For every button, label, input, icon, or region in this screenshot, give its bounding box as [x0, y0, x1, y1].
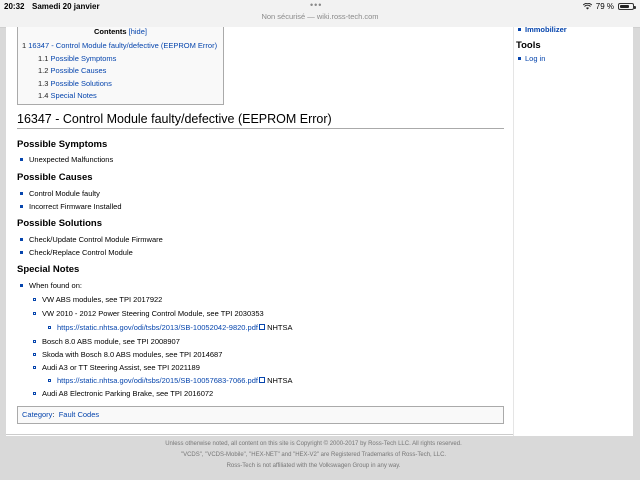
heading-special-notes: Special Notes: [17, 264, 80, 275]
external-link-icon: [258, 324, 265, 331]
list-item: https://static.nhtsa.gov/odi/tsbs/2015/S…: [48, 376, 293, 386]
external-link[interactable]: https://static.nhtsa.gov/odi/tsbs/2013/S…: [57, 323, 258, 332]
heading-causes: Possible Causes: [17, 172, 93, 183]
tab-dots-icon[interactable]: •••: [310, 0, 322, 10]
page-title: 16347 - Control Module faulty/defective …: [17, 111, 504, 129]
category-label-link[interactable]: Category: [22, 410, 52, 419]
toc-hide-link[interactable]: [hide]: [129, 27, 147, 36]
external-link[interactable]: https://static.nhtsa.gov/odi/tsbs/2015/S…: [57, 376, 258, 385]
toc-link[interactable]: Special Notes: [51, 91, 97, 100]
toc-number: 1: [22, 41, 27, 50]
list-item: Incorrect Firmware Installed: [20, 202, 122, 212]
status-time: 20:32: [4, 2, 25, 11]
list-item: When found on:: [20, 281, 82, 291]
sidebar-item-login[interactable]: Log in: [518, 54, 545, 63]
sidebar-divider: [513, 27, 514, 436]
heading-solutions: Possible Solutions: [17, 218, 102, 229]
toc-title-text: Contents: [94, 27, 127, 36]
footer-affiliation: Ross-Tech is not affiliated with the Vol…: [226, 463, 401, 469]
external-link-icon: [258, 377, 265, 384]
category-box: Category: Fault Codes: [17, 406, 504, 424]
list-item: https://static.nhtsa.gov/odi/tsbs/2013/S…: [48, 323, 293, 333]
list-item: Audi A3 or TT Steering Assist, see TPI 2…: [33, 363, 200, 373]
toc-number: 1.4: [38, 91, 49, 100]
battery-percent: 79 %: [595, 2, 614, 11]
status-date: Samedi 20 janvier: [32, 2, 100, 11]
sidebar-item-immobilizer[interactable]: Immobilizer: [518, 25, 567, 34]
toc-link[interactable]: Possible Solutions: [51, 79, 112, 88]
sidebar-tools-heading: Tools: [516, 40, 541, 51]
toc-item[interactable]: 1.3 Possible Solutions: [18, 78, 223, 91]
list-item: Control Module faulty: [20, 189, 100, 199]
footer-trademarks: "VCDS", "VCDS-Mobile", "HEX-NET" and "HE…: [180, 452, 447, 458]
battery-icon: [618, 3, 636, 10]
toc-link[interactable]: Possible Symptoms: [51, 54, 117, 63]
toc-item[interactable]: 1.1 Possible Symptoms: [18, 53, 223, 66]
list-item: Check/Replace Control Module: [20, 248, 133, 258]
status-and-address-bar: 20:32 Samedi 20 janvier ••• 79 % Non séc…: [0, 0, 640, 28]
footer-divider: [6, 434, 513, 435]
toc-item[interactable]: 1.2 Possible Causes: [18, 65, 223, 78]
url-field[interactable]: Non sécurisé — wiki.ross-tech.com: [0, 12, 640, 21]
list-item: Check/Update Control Module Firmware: [20, 235, 163, 245]
list-item: Skoda with Bosch 8.0 ABS modules, see TP…: [33, 350, 222, 360]
footer-copyright: Unless otherwise noted, all content on t…: [165, 441, 462, 447]
list-item: VW ABS modules, see TPI 2017922: [33, 295, 162, 305]
toc-link[interactable]: 16347 - Control Module faulty/defective …: [28, 41, 217, 50]
toc-item[interactable]: 1.4 Special Notes: [18, 90, 223, 103]
battery-level: [620, 5, 629, 8]
category-fault-codes-link[interactable]: Fault Codes: [59, 410, 99, 419]
wiki-page: Contents [hide] 1 16347 - Control Module…: [6, 25, 633, 436]
toc-number: 1.2: [38, 66, 49, 75]
toc-item[interactable]: 1 16347 - Control Module faulty/defectiv…: [18, 40, 223, 53]
table-of-contents: Contents [hide] 1 16347 - Control Module…: [17, 27, 224, 105]
list-item: VW 2010 - 2012 Power Steering Control Mo…: [33, 309, 264, 319]
status-right: 79 %: [582, 2, 636, 11]
toc-number: 1.1: [38, 53, 49, 63]
list-item: Audi A8 Electronic Parking Brake, see TP…: [33, 389, 213, 399]
toc-link[interactable]: Possible Causes: [51, 66, 107, 75]
list-item: Unexpected Malfunctions: [20, 155, 113, 165]
toc-number: 1.3: [38, 78, 49, 88]
wifi-icon: [582, 3, 592, 10]
toc-title: Contents [hide]: [18, 27, 223, 36]
list-item: Bosch 8.0 ABS module, see TPI 2008907: [33, 337, 180, 347]
heading-symptoms: Possible Symptoms: [17, 139, 108, 150]
